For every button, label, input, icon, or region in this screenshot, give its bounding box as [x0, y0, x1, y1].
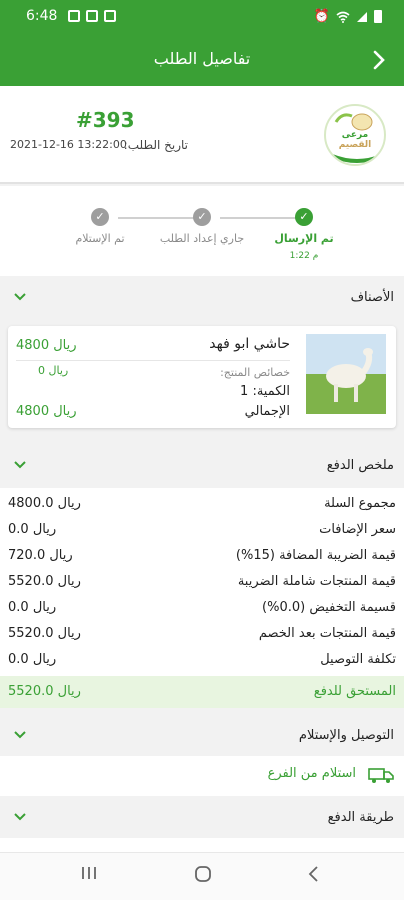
- summary-row: قسيمة التخفيض (0.0%) 0.0 ريال: [0, 596, 404, 622]
- summary-value: 4800.0 ريال: [8, 496, 81, 511]
- amount-due-row: المستحق للدفع 5520.0 ريال: [0, 676, 404, 708]
- alarm-icon: ⏰: [313, 9, 330, 24]
- notification-icons: [68, 10, 116, 22]
- payment-method-header[interactable]: طريقة الدفع: [0, 798, 404, 840]
- system-icons: ⏰: [314, 9, 382, 24]
- delivery-section-header[interactable]: التوصيل والإستلام: [0, 716, 404, 758]
- summary-value: 0.0 ريال: [8, 600, 57, 615]
- summary-value: 5520.0 ريال: [8, 626, 81, 641]
- delivery-method[interactable]: استلام من الفرع: [0, 756, 404, 796]
- summary-label: قيمة الضريبة المضافة (15%): [235, 548, 396, 563]
- summary-value: 0.0 ريال: [8, 652, 57, 667]
- truck-icon: [368, 768, 394, 783]
- item-total-label: الإجمالي: [244, 404, 290, 419]
- divider: [16, 360, 290, 361]
- logo-line1: مرعى: [341, 130, 369, 140]
- delivery-method-label: استلام من الفرع: [267, 766, 356, 781]
- item-total: 4800 ريال: [16, 404, 77, 419]
- payment-summary: مجموع السلة 4800.0 ريال سعر الإضافات 0.0…: [0, 488, 404, 678]
- summary-value: 5520.0 ريال: [8, 574, 81, 589]
- status-bar: 6:48 ⏰: [0, 0, 404, 34]
- back-arrow-icon[interactable]: [368, 48, 390, 72]
- summary-row: مجموع السلة 4800.0 ريال: [0, 492, 404, 518]
- system-nav-bar: [0, 852, 404, 900]
- item-props-label: خصائص المنتج:: [220, 366, 290, 379]
- items-section-header[interactable]: الأصناف: [0, 278, 404, 320]
- summary-row: سعر الإضافات 0.0 ريال: [0, 518, 404, 544]
- item-name: حاشي ابو فهد: [209, 336, 290, 352]
- summary-label: مجموع السلة: [324, 496, 396, 511]
- payment-method-content: [0, 838, 404, 852]
- check-icon: ✓: [193, 208, 211, 226]
- step-time: 1:22 م: [289, 251, 319, 261]
- section-title: الأصناف: [350, 290, 394, 305]
- app-bar: تفاصيل الطلب: [0, 34, 404, 86]
- step-label: تم الإرسال: [274, 232, 334, 245]
- store-logo: مرعى القصيم: [324, 104, 386, 166]
- status-time: 6:48: [26, 8, 58, 24]
- summary-value: 0.0 ريال: [8, 522, 57, 537]
- section-title: ملخص الدفع: [326, 458, 394, 473]
- summary-value: 720.0 ريال: [8, 548, 73, 563]
- chevron-down-icon[interactable]: [14, 813, 26, 821]
- order-date-label: تاريخ الطلب:: [123, 138, 188, 152]
- item-quantity: الكمية: 1: [240, 384, 290, 399]
- order-status-tracker: ✓ تم الإرسال 1:22 م ✓ جاري إعداد الطلب ✓…: [0, 186, 404, 276]
- item-image: [306, 334, 386, 414]
- summary-label: سعر الإضافات: [319, 522, 396, 537]
- battery-icon: [374, 10, 382, 23]
- logo-line2: القصيم: [338, 140, 372, 150]
- item-props-price: 0 ريال: [38, 364, 69, 377]
- summary-label: قيمة المنتجات شاملة الضريبة: [237, 574, 396, 589]
- amount-due-label: المستحق للدفع: [313, 684, 396, 699]
- payment-summary-header[interactable]: ملخص الدفع: [0, 446, 404, 488]
- summary-label: تكلفة التوصيل: [320, 652, 396, 667]
- order-header: مرعى القصيم #393 تاريخ الطلب: 2021-12-16…: [0, 86, 404, 184]
- chevron-down-icon[interactable]: [14, 461, 26, 469]
- summary-row: قيمة الضريبة المضافة (15%) 720.0 ريال: [0, 544, 404, 570]
- section-title: طريقة الدفع: [327, 810, 394, 825]
- step-label: تم الإستلام: [75, 232, 125, 245]
- recent-apps-icon[interactable]: [80, 865, 98, 886]
- app-icon: [104, 10, 116, 22]
- step-received: ✓ تم الإستلام: [50, 208, 150, 245]
- amount-due-value: 5520.0 ريال: [8, 684, 81, 699]
- notification-icon: [68, 10, 80, 22]
- signal-icon: [357, 11, 367, 22]
- summary-row: قيمة المنتجات بعد الخصم 5520.0 ريال: [0, 622, 404, 648]
- summary-label: قسيمة التخفيض (0.0%): [262, 600, 396, 615]
- chevron-down-icon[interactable]: [14, 731, 26, 739]
- step-sent: ✓ تم الإرسال 1:22 م: [254, 208, 354, 261]
- summary-row: قيمة المنتجات شاملة الضريبة 5520.0 ريال: [0, 570, 404, 596]
- wifi-icon: [336, 11, 350, 23]
- step-label: جاري إعداد الطلب: [159, 232, 245, 245]
- check-icon: ✓: [91, 208, 109, 226]
- page-title: تفاصيل الطلب: [153, 49, 251, 68]
- order-date: 2021-12-16 13:22:00: [10, 138, 127, 151]
- back-icon[interactable]: [306, 865, 320, 888]
- camel-image: [306, 334, 386, 414]
- summary-row: تكلفة التوصيل 0.0 ريال: [0, 648, 404, 674]
- section-title: التوصيل والإستلام: [298, 728, 394, 743]
- step-preparing: ✓ جاري إعداد الطلب: [152, 208, 252, 245]
- item-price: 4800 ريال: [16, 338, 77, 353]
- home-icon[interactable]: [194, 865, 212, 888]
- item-card[interactable]: حاشي ابو فهد 4800 ريال خصائص المنتج: 0 ر…: [8, 326, 396, 428]
- gallery-icon: [86, 10, 98, 22]
- check-icon: ✓: [295, 208, 313, 226]
- chevron-down-icon[interactable]: [14, 293, 26, 301]
- order-number: #393: [76, 108, 135, 132]
- summary-label: قيمة المنتجات بعد الخصم: [258, 626, 396, 641]
